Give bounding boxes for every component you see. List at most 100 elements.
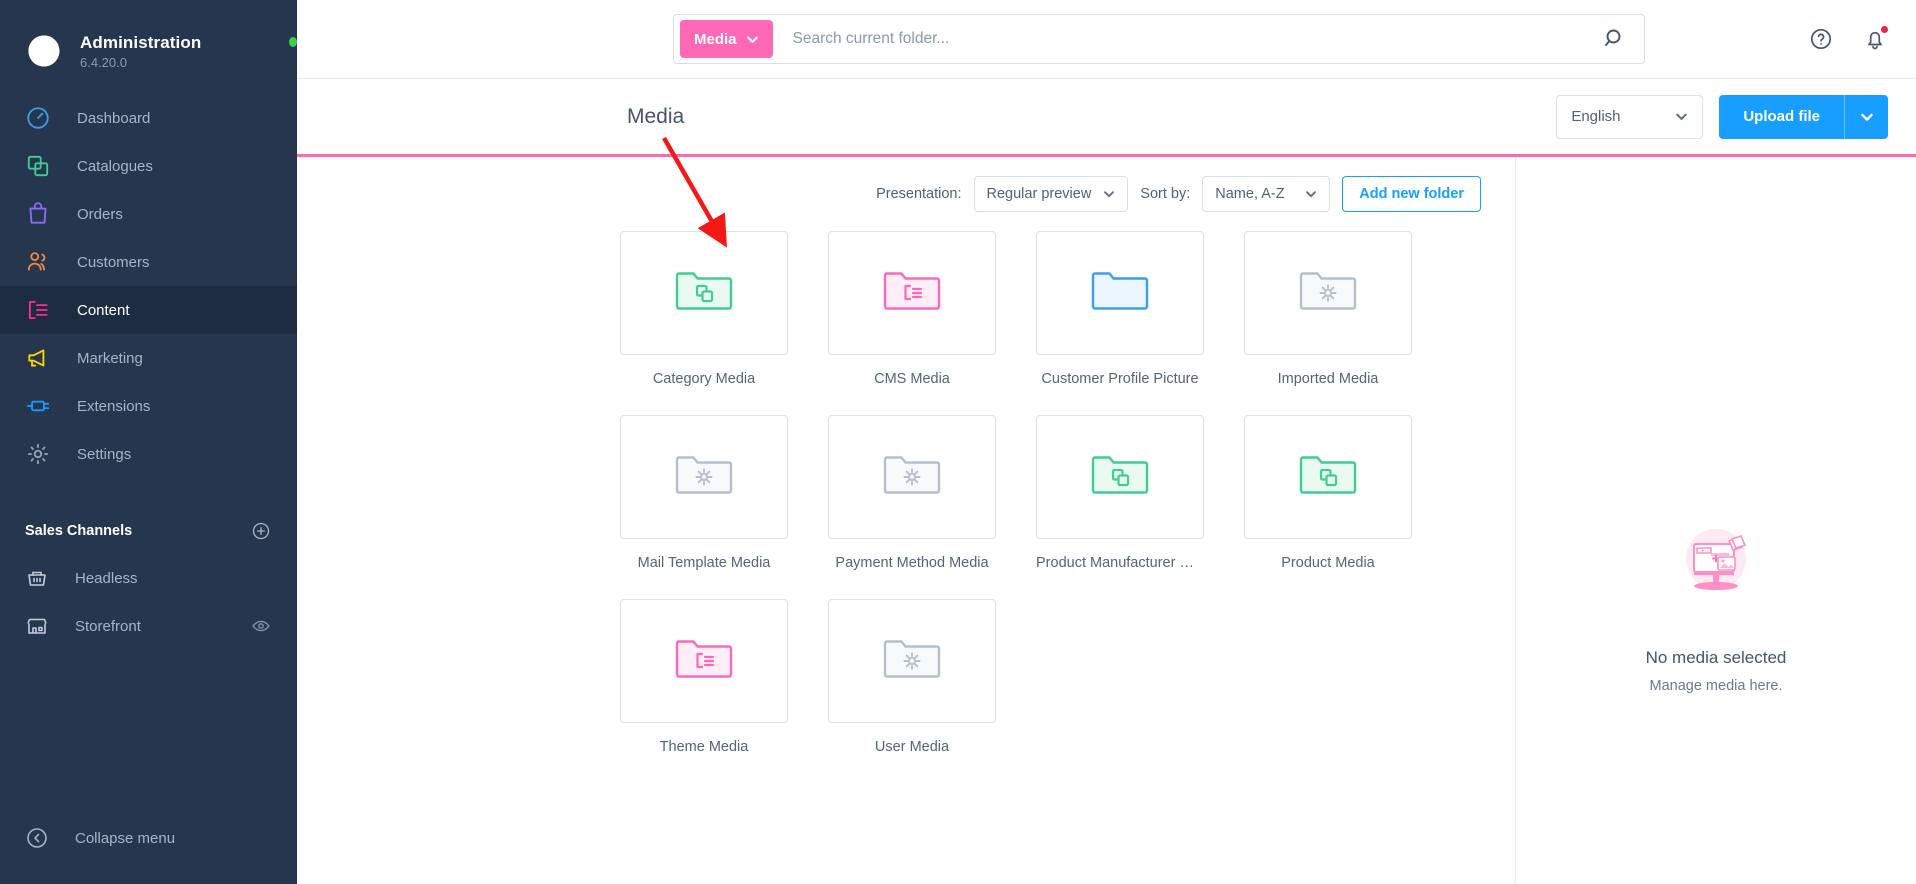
search-input[interactable] [792,16,1600,62]
media-browser: Presentation: Regular preview Sort by: N… [297,157,1516,884]
sidebar-item-dashboard[interactable]: Dashboard [0,94,297,142]
main-navigation: Dashboard Catalogues Orders Customers Co… [0,94,297,478]
global-search-bar[interactable]: Media [673,14,1645,64]
add-new-folder-button[interactable]: Add new folder [1342,176,1481,212]
sidebar-item-customers[interactable]: Customers [0,238,297,286]
chevron-down-icon [1104,191,1115,198]
media-placeholder-illustration [1666,512,1766,612]
collapse-menu-button[interactable]: Collapse menu [0,818,297,858]
media-toolbar: Presentation: Regular preview Sort by: N… [297,157,1515,231]
admin-app: Administration 6.4.20.0 Dashboard Catalo… [0,0,1916,884]
folder-name: User Media [874,739,950,755]
content-icon [25,297,51,323]
gear-icon [25,441,51,467]
sort-label: Sort by: [1140,186,1191,202]
question-circle-icon[interactable] [1808,26,1834,52]
upload-file-dropdown-toggle[interactable] [1844,94,1888,139]
language-select-value: English [1571,108,1621,125]
folder-item[interactable]: Customer Profile Picture [1036,231,1204,387]
folder-item[interactable]: User Media [828,599,996,755]
sort-value: Name, A-Z [1215,186,1285,202]
folder-gear-icon [673,449,735,506]
notification-badge [1879,24,1890,35]
folder-item[interactable]: Imported Media [1244,231,1412,387]
folder-name: Customer Profile Picture [1041,371,1199,387]
folder-thumbnail[interactable] [1036,415,1204,539]
page-header: Media English Upload file [297,79,1916,157]
sidebar-item-label: Extensions [77,397,151,415]
bag-icon [25,201,51,227]
chevron-left-circle-icon [25,826,49,850]
folder-item[interactable]: Theme Media [620,599,788,755]
sidebar-item-settings[interactable]: Settings [0,430,297,478]
main-region: Media Search current folder... Media Eng… [297,0,1916,884]
media-detail-pane: No media selected Manage media here. [1516,157,1916,884]
folder-item[interactable]: Product Manufacturer Me… [1036,415,1204,571]
language-select[interactable]: English [1556,94,1704,139]
plus-circle-icon[interactable] [251,521,271,541]
folder-plain-icon [1089,265,1151,322]
folder-thumbnail[interactable] [828,415,996,539]
folder-thumbnail[interactable] [620,415,788,539]
bell-icon[interactable] [1862,24,1890,52]
empty-state-title: No media selected [1645,648,1787,667]
sidebar: Administration 6.4.20.0 Dashboard Catalo… [0,0,297,884]
folder-name: CMS Media [874,371,950,387]
sidebar-item-label: Settings [77,445,132,463]
presentation-select[interactable]: Regular preview [973,176,1129,212]
status-indicator-dot [289,37,297,47]
folder-thumbnail[interactable] [1244,231,1412,355]
folder-thumbnail[interactable] [828,599,996,723]
folder-name: Theme Media [659,739,749,755]
folder-thumbnail[interactable] [1244,415,1412,539]
eye-icon[interactable] [251,616,271,636]
folder-item[interactable]: Category Media [620,231,788,387]
folder-thumbnail[interactable] [1036,231,1204,355]
sidebar-item-extensions[interactable]: Extensions [0,382,297,430]
folder-item[interactable]: Payment Method Media [828,415,996,571]
page-header-actions: English Upload file [1556,94,1888,139]
sidebar-item-orders[interactable]: Orders [0,190,297,238]
sidebar-item-headless[interactable]: Headless [0,554,297,602]
basket-icon [25,566,49,590]
upload-file-button[interactable]: Upload file [1719,94,1888,139]
chevron-down-icon [1306,191,1317,198]
chevron-down-icon [1860,113,1873,121]
content-area: Presentation: Regular preview Sort by: N… [297,157,1916,884]
folder-catalogue-icon [1089,449,1151,506]
sort-select[interactable]: Name, A-Z [1202,176,1331,212]
brand-header[interactable]: Administration 6.4.20.0 [0,0,297,78]
folder-catalogue-icon [1297,449,1359,506]
sales-channels-header: Sales Channels [0,508,297,554]
folder-catalogue-icon [673,265,735,322]
folder-name: Imported Media [1277,371,1379,387]
folder-item[interactable]: CMS Media [828,231,996,387]
search-scope-pill[interactable]: Media [680,20,773,58]
search-icon[interactable] [1600,24,1630,54]
sidebar-item-label: Storefront [75,617,141,635]
sidebar-item-marketing[interactable]: Marketing [0,334,297,382]
catalogue-icon [25,153,51,179]
folder-grid: Category Media CMS Media Customer Profil… [297,231,1515,884]
brand-version: 6.4.20.0 [80,54,127,70]
folder-name: Product Media [1281,555,1375,571]
folder-gear-icon [1297,265,1359,322]
folder-thumbnail[interactable] [620,599,788,723]
shopware-logo-icon [22,29,66,73]
folder-name: Mail Template Media [637,555,771,571]
folder-content-icon [881,265,943,322]
sidebar-item-content[interactable]: Content [0,286,297,334]
sidebar-item-label: Customers [77,253,150,271]
sidebar-item-label: Orders [77,205,123,223]
folder-item[interactable]: Product Media [1244,415,1412,571]
folder-thumbnail[interactable] [828,231,996,355]
users-icon [25,249,51,275]
sidebar-item-catalogues[interactable]: Catalogues [0,142,297,190]
folder-content-icon [673,633,735,690]
folder-item[interactable]: Mail Template Media [620,415,788,571]
folder-name: Category Media [652,371,756,387]
folder-thumbnail[interactable] [620,231,788,355]
sidebar-item-storefront[interactable]: Storefront [0,602,297,650]
presentation-label: Presentation: [876,186,962,202]
folder-name: Product Manufacturer Me… [1036,555,1204,571]
